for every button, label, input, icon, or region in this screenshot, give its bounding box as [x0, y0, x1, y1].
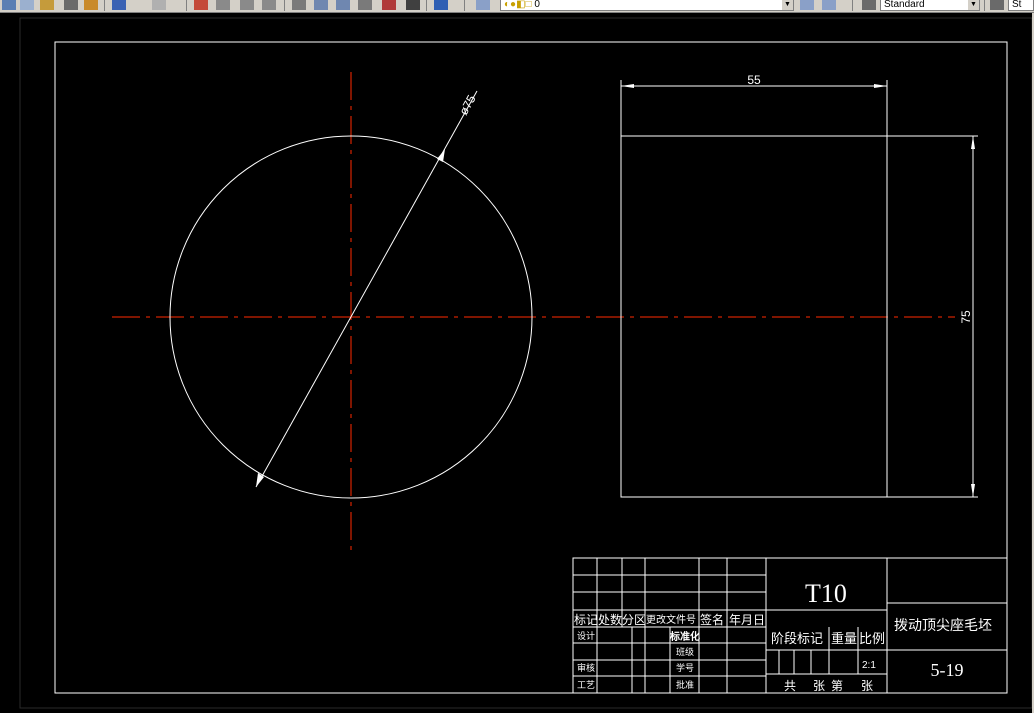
text-style-name: Standard — [884, 0, 925, 10]
part-name: T10 — [805, 579, 847, 608]
drawing-number: 5-19 — [931, 660, 964, 680]
layer-state-icons: ◐●◧□ — [504, 0, 532, 10]
sheet-unit2-label: 张 — [861, 679, 873, 693]
redo-icon[interactable] — [152, 0, 166, 10]
markup-icon[interactable] — [382, 0, 396, 10]
dim-style-dropdown[interactable]: St — [1008, 0, 1034, 11]
sheet-set-icon[interactable] — [358, 0, 372, 10]
cut-icon[interactable] — [64, 0, 78, 10]
sheet-no-label: 第 — [831, 679, 843, 693]
text-style-icon[interactable] — [862, 0, 876, 10]
chevron-down-icon: ▼ — [782, 0, 793, 10]
header-mark: 标记 — [574, 613, 598, 627]
layer-dropdown[interactable]: ◐●◧□ 0 ▼ — [500, 0, 794, 11]
layer-previous-icon[interactable] — [822, 0, 836, 10]
ratio-label: 比例 — [859, 631, 885, 646]
width-dim-text: 55 — [747, 73, 761, 87]
paste-icon[interactable] — [84, 0, 98, 10]
height-dim-text: 75 — [959, 310, 973, 324]
header-zone: 分区 — [622, 613, 646, 627]
row-approve: 批准 — [676, 679, 694, 690]
print-icon[interactable] — [40, 0, 54, 10]
layer-name: 0 — [534, 0, 540, 10]
dim-style-icon[interactable] — [990, 0, 1004, 10]
design-center-icon[interactable] — [314, 0, 328, 10]
header-change-doc: 更改文件号 — [646, 613, 696, 626]
zoom-realtime-icon[interactable] — [216, 0, 230, 10]
drawing-canvas[interactable]: ø75 55 75 标记 处数 分区 更改文件号 签名 年月日 设计 标准化 班… — [0, 13, 1034, 713]
make-current-layer-icon[interactable] — [800, 0, 814, 10]
text-style-dropdown[interactable]: Standard ▼ — [880, 0, 980, 11]
open-icon[interactable] — [2, 0, 16, 10]
dim-style-name: St — [1012, 0, 1022, 10]
row-design: 设计 — [577, 630, 595, 641]
row-standardize: 标准化 — [669, 630, 700, 643]
weight-label: 重量 — [831, 631, 857, 646]
row-review: 审核 — [577, 662, 595, 673]
undo-icon[interactable] — [112, 0, 126, 10]
calculator-icon[interactable] — [406, 0, 420, 10]
save-icon[interactable] — [20, 0, 34, 10]
header-signature: 签名 — [700, 612, 724, 627]
help-icon[interactable] — [434, 0, 448, 10]
row-process: 工艺 — [577, 680, 595, 690]
zoom-window-icon[interactable] — [240, 0, 254, 10]
layer-manager-icon[interactable] — [476, 0, 490, 10]
scale-value: 2:1 — [862, 660, 876, 671]
properties-icon[interactable] — [292, 0, 306, 10]
stage-mark-label: 阶段标记 — [771, 631, 823, 646]
zoom-previous-icon[interactable] — [262, 0, 276, 10]
pan-icon[interactable] — [194, 0, 208, 10]
sheet-unit-label: 张 — [813, 679, 825, 693]
header-date: 年月日 — [729, 613, 765, 627]
row-student-no: 学号 — [676, 662, 694, 673]
cad-toolbar: ◐●◧□ 0 ▼ Standard ▼ St — [0, 0, 1034, 13]
drawing-title: 拨动顶尖座毛坯 — [894, 617, 992, 633]
chevron-down-icon: ▼ — [968, 0, 979, 10]
sheet-total-label: 共 — [784, 679, 796, 693]
header-count: 处数 — [598, 612, 622, 627]
tool-palettes-icon[interactable] — [336, 0, 350, 10]
row-class: 班级 — [676, 646, 694, 657]
